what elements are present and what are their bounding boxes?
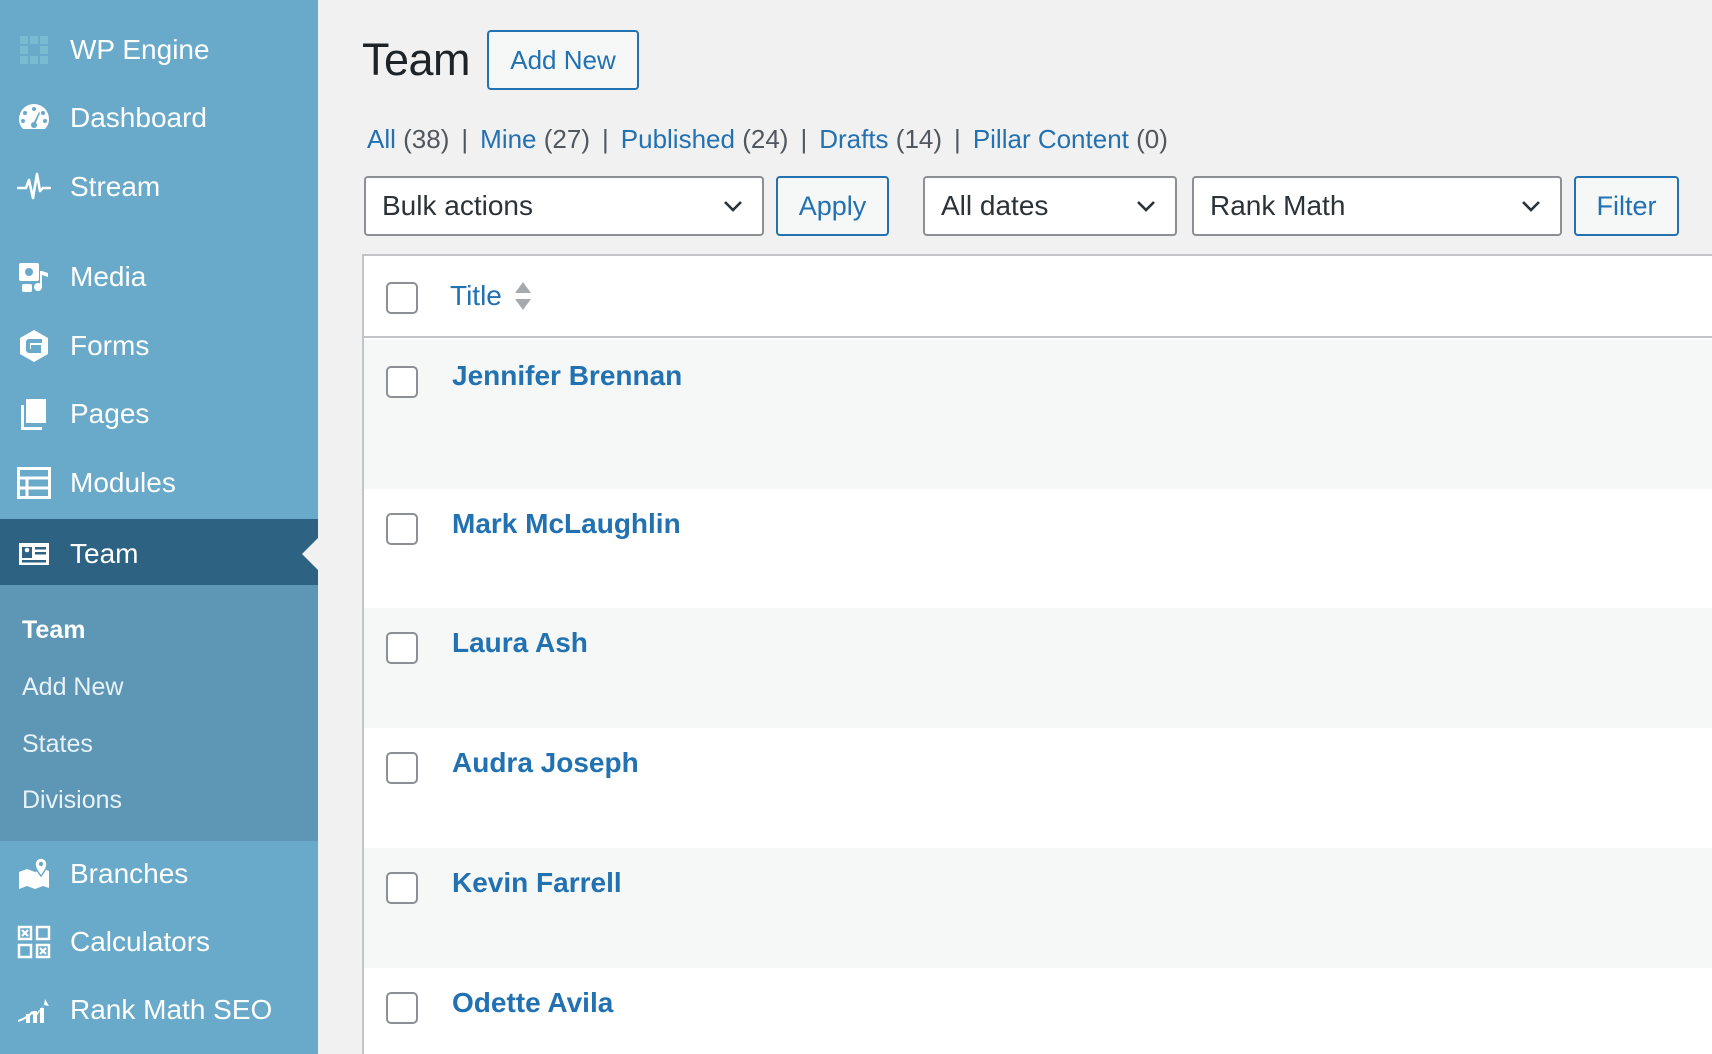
filter-button[interactable]: Filter [1574,176,1679,236]
select-all-checkbox[interactable] [386,282,418,314]
view-separator: | [461,124,469,154]
sidebar-item-label: Branches [70,858,189,889]
table-row: Jennifer Brennan [364,340,1712,489]
sidebar-item-stream[interactable]: Stream [0,154,318,220]
submenu-item-add-new[interactable]: Add New [22,673,123,702]
view-mine-link[interactable]: Mine [480,124,536,154]
row-checkbox[interactable] [386,872,418,904]
table-row: Kevin Farrell [364,848,1712,968]
title-column-header[interactable]: Title [450,280,532,312]
sidebar-item-label: Pages [70,398,150,429]
submenu-item-team[interactable]: Team [22,616,85,645]
view-separator: | [602,124,609,154]
view-count: (27) [543,124,590,154]
bulk-actions-select[interactable]: Bulk actions [364,176,764,236]
sidebar-item-label: Rank Math SEO [70,994,273,1025]
sidebar-item-media[interactable]: Media [0,244,318,310]
bulk-actions-value: Bulk actions [382,190,533,221]
view-count: (0) [1136,124,1168,154]
pulse-icon [14,167,54,207]
view-separator: | [800,124,808,154]
table-row: Mark McLaughlin [364,489,1712,608]
sidebar-item-modules[interactable]: Modules [0,450,318,516]
sidebar-item-rank-math-seo[interactable]: Rank Math SEO [0,977,318,1043]
view-count: (24) [742,124,789,154]
chevron-down-icon [724,201,742,212]
table-header: Title [364,256,1712,338]
submenu-item-states[interactable]: States [22,730,93,759]
view-count: (38) [403,124,450,154]
view-published-link[interactable]: Published [621,124,735,154]
rank-math-filter-select[interactable]: Rank Math [1192,176,1562,236]
sidebar-item-label: Dashboard [70,102,207,133]
sidebar-item-label: Calculators [70,926,211,957]
team-submenu: Team Add New States Divisions [0,585,318,841]
dashboard-icon [14,98,54,138]
sidebar-item-pages[interactable]: Pages [0,381,318,447]
title-column-label: Title [450,280,502,311]
row-title-link[interactable]: Mark McLaughlin [452,508,681,540]
media-icon [14,257,54,297]
sidebar-item-calculators[interactable]: Calculators [0,909,318,975]
view-pillar-content-link[interactable]: Pillar Content [973,124,1129,154]
view-count: (14) [895,124,943,154]
sidebar-item-label: Modules [70,467,176,498]
view-drafts-link[interactable]: Drafts [819,124,888,154]
admin-sidebar: WP Engine Dashboard Stream Media Forms P… [0,0,318,1054]
map-pin-icon [14,854,54,894]
row-title-link[interactable]: Audra Joseph [452,747,639,779]
sidebar-item-dashboard[interactable]: Dashboard [0,85,318,151]
dates-filter-value: All dates [941,190,1049,221]
forms-icon [14,326,54,366]
sidebar-item-label: Stream [70,171,161,202]
chart-icon [14,990,54,1030]
modules-icon [14,463,54,503]
sort-icon [514,282,531,310]
sidebar-item-branches[interactable]: Branches [0,841,318,907]
sidebar-item-wp-engine[interactable]: WP Engine [0,17,318,83]
chevron-down-icon [1522,201,1540,212]
submenu-item-divisions[interactable]: Divisions [22,786,122,815]
view-separator: | [954,124,961,154]
row-title-link[interactable]: Odette Avila [452,987,613,1019]
sidebar-item-label: Team [70,537,139,569]
page-title: Team [362,34,471,85]
pages-icon [14,394,54,434]
id-card-icon [14,534,54,574]
row-title-link[interactable]: Laura Ash [452,627,588,659]
dates-filter-select[interactable]: All dates [923,176,1177,236]
view-all-link[interactable]: All [367,124,396,154]
row-checkbox[interactable] [386,366,418,398]
calculator-icon [14,922,54,962]
table-row: Laura Ash [364,608,1712,728]
table-row: Odette Avila [364,968,1712,1054]
row-checkbox[interactable] [386,632,418,664]
add-new-button[interactable]: Add New [487,30,639,90]
row-checkbox[interactable] [386,992,418,1024]
rank-math-filter-value: Rank Math [1210,190,1346,221]
row-title-link[interactable]: Kevin Farrell [452,867,622,899]
apply-button[interactable]: Apply [776,176,889,236]
row-title-link[interactable]: Jennifer Brennan [452,360,682,392]
chevron-down-icon [1137,201,1155,212]
row-checkbox[interactable] [386,752,418,784]
sidebar-item-forms[interactable]: Forms [0,313,318,379]
row-checkbox[interactable] [386,513,418,545]
table-row: Audra Joseph [364,728,1712,848]
view-filters: All (38) | Mine (27) | Published (24) | Drafts… [367,124,1168,155]
sidebar-item-team[interactable]: Team [0,519,318,588]
sidebar-item-label: Media [70,261,147,292]
posts-table: Title Jennifer Brennan Mark McLaughlin L… [362,254,1712,1054]
wp-engine-icon [14,30,54,70]
sidebar-item-label: Forms [70,330,150,361]
sidebar-item-label: WP Engine [70,34,210,65]
